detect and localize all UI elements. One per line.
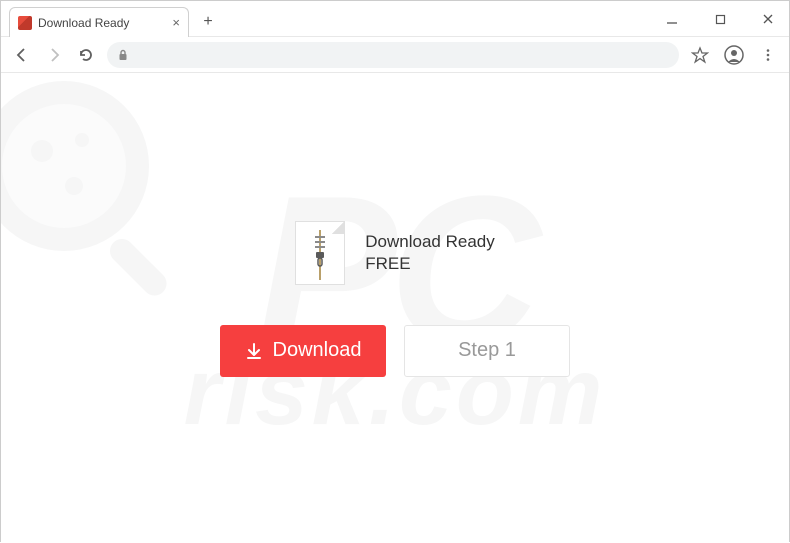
heading-line2: FREE [365,253,494,275]
lock-icon [117,49,129,61]
close-window-button[interactable] [755,6,781,32]
heading-line1: Download Ready [365,231,494,253]
minimize-button[interactable] [659,6,685,32]
new-tab-button[interactable]: + [197,11,219,33]
back-button[interactable] [11,44,33,66]
download-arrow-icon [245,342,263,360]
button-row: Download Step 1 [215,325,575,377]
browser-tab[interactable]: Download Ready × [9,7,189,37]
window-titlebar: Download Ready × + [1,1,789,37]
address-bar[interactable] [107,42,679,68]
close-tab-icon[interactable]: × [172,15,180,30]
file-text: Download Ready FREE [365,231,494,275]
browser-toolbar [1,37,789,73]
step-button-label: Step 1 [458,339,516,362]
page-content: PC risk.com Download Ready FREE [1,73,789,543]
tab-title: Download Ready [38,16,166,30]
file-info-row: Download Ready FREE [215,221,575,285]
reload-button[interactable] [75,44,97,66]
window-controls [659,1,781,37]
menu-icon[interactable] [757,44,779,66]
download-button-label: Download [273,339,362,362]
step-button[interactable]: Step 1 [404,325,570,377]
tab-favicon [18,16,32,30]
star-bookmark-icon[interactable] [689,44,711,66]
zip-file-icon [295,221,345,285]
magnifier-watermark-icon [1,73,214,316]
forward-button[interactable] [43,44,65,66]
download-button[interactable]: Download [220,325,386,377]
download-panel: Download Ready FREE Download Step 1 [215,221,575,377]
maximize-button[interactable] [707,6,733,32]
profile-avatar-icon[interactable] [723,44,745,66]
